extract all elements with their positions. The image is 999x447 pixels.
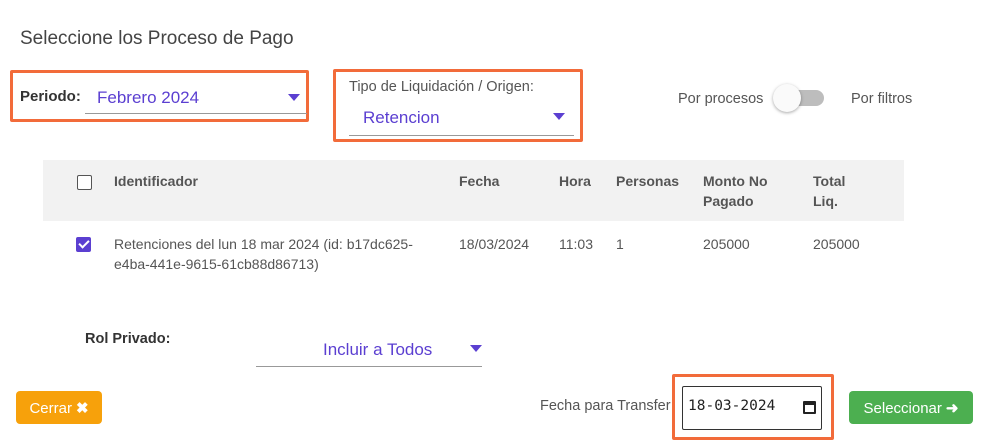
header-monto-line1: Monto No: [703, 173, 768, 189]
row-total-liq: 205000: [813, 236, 860, 252]
rol-privado-label: Rol Privado:: [85, 331, 171, 347]
header-total-liq: Total Liq.: [813, 171, 845, 211]
header-total-line2: Liq.: [813, 193, 838, 209]
chevron-down-icon: [470, 345, 482, 352]
rol-privado-value: Incluir a Todos: [323, 340, 433, 359]
tipo-value: Retencion: [363, 108, 440, 127]
header-total-line1: Total: [813, 173, 846, 189]
periodo-label: Periodo:: [20, 88, 81, 105]
page-title: Seleccione los Proceso de Pago: [20, 28, 294, 49]
tipo-select[interactable]: Retencion: [349, 100, 574, 138]
row-monto-no-pagado: 205000: [703, 236, 750, 252]
arrow-right-icon: ➜: [945, 399, 959, 417]
header-fecha: Fecha: [459, 173, 500, 189]
row-identificador-line2: e4ba-441e-9615-61cb88d86713): [114, 256, 319, 272]
periodo-value: Febrero 2024: [97, 88, 200, 107]
select-all-checkbox[interactable]: [77, 175, 92, 190]
row-hora: 11:03: [559, 236, 593, 252]
close-icon: ✖: [75, 399, 89, 417]
fecha-transfer-label: Fecha para Transfer: [540, 398, 671, 414]
row-identificador: Retenciones del lun 18 mar 2024 (id: b17…: [114, 234, 413, 274]
cerrar-label: Cerrar: [29, 399, 72, 417]
rol-privado-underline: [256, 366, 482, 367]
header-personas: Personas: [616, 173, 680, 189]
chevron-down-icon: [288, 94, 300, 101]
periodo-underline: [85, 113, 307, 114]
row-fecha: 18/03/2024: [459, 236, 530, 252]
header-identificador: Identificador: [114, 173, 199, 189]
periodo-select[interactable]: Febrero 2024: [85, 80, 307, 116]
toggle-right-label: Por filtros: [851, 91, 913, 107]
rol-privado-select[interactable]: Incluir a Todos: [256, 332, 482, 368]
fecha-transfer-value: 18-03-2024: [688, 398, 776, 414]
seleccionar-label: Seleccionar: [863, 399, 942, 417]
tipo-label: Tipo de Liquidación / Origen:: [349, 79, 534, 95]
calendar-icon[interactable]: [803, 401, 816, 414]
header-hora: Hora: [559, 173, 591, 189]
toggle-knob: [773, 84, 801, 112]
tipo-underline: [349, 135, 574, 136]
row-identificador-line1: Retenciones del lun 18 mar 2024 (id: b17…: [114, 236, 413, 252]
cerrar-button[interactable]: Cerrar ✖: [16, 391, 102, 424]
chevron-down-icon: [553, 113, 565, 120]
toggle-left-label: Por procesos: [678, 91, 764, 107]
row-personas: 1: [616, 236, 624, 252]
header-monto-line2: Pagado: [703, 193, 754, 209]
fecha-transfer-input[interactable]: 18-03-2024: [682, 386, 822, 430]
row-checkbox[interactable]: [76, 237, 91, 252]
header-monto-no-pagado: Monto No Pagado: [703, 171, 768, 211]
seleccionar-button[interactable]: Seleccionar ➜: [849, 391, 973, 424]
